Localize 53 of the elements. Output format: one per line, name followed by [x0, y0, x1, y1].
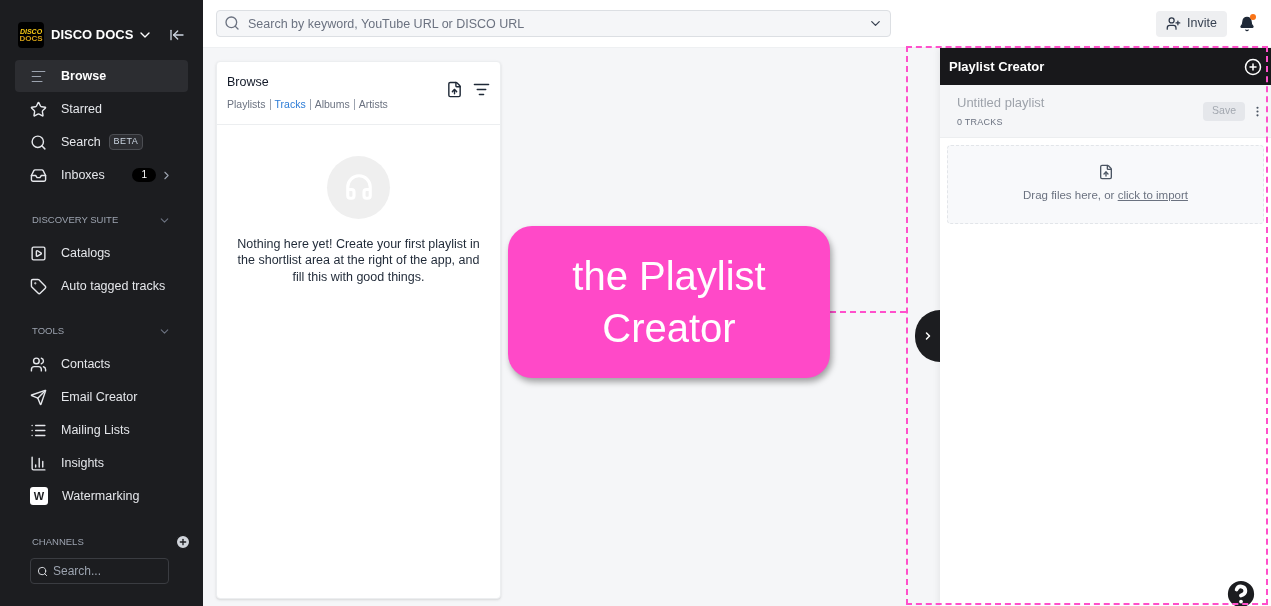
nav-item[interactable]: Auto tagged tracks	[15, 270, 188, 302]
browse-tab[interactable]: Playlists	[227, 96, 266, 113]
nav-icon	[30, 133, 47, 151]
dropzone-text: Drag files here, or click to import	[1023, 188, 1188, 204]
workspace-menu[interactable]: DISCO DOCS	[51, 25, 154, 45]
count-badge: 1	[132, 168, 156, 182]
nav-item[interactable]: W Watermarking	[15, 480, 188, 512]
search-field[interactable]: Search by keyword, YouTube URL or DISCO URL	[216, 10, 891, 37]
search-icon	[224, 15, 240, 31]
section-heading: CHANNELS	[32, 534, 84, 549]
import-link[interactable]: click to import	[1117, 189, 1188, 202]
section-heading: DISCOVERY SUITE	[32, 212, 119, 227]
add-user-icon	[1166, 16, 1182, 31]
nav-icon	[30, 388, 47, 406]
nav-icon	[30, 454, 47, 472]
nav-icon	[30, 100, 47, 118]
browse-tab[interactable]: Artists	[358, 96, 388, 113]
collapse-sidebar-icon[interactable]	[169, 27, 185, 43]
nav-item[interactable]: Insights	[15, 447, 188, 479]
nav-item[interactable]: Catalogs	[15, 237, 188, 269]
nav-item[interactable]: Starred	[15, 93, 188, 125]
card-title: Browse	[227, 74, 270, 91]
panel-title: Playlist Creator	[949, 57, 1045, 76]
add-icon[interactable]	[1244, 57, 1262, 76]
upload-file-icon[interactable]	[446, 81, 463, 98]
nav-item[interactable]: Browse	[15, 60, 188, 92]
nav-item[interactable]: Mailing Lists	[15, 414, 188, 446]
annotation-callout: the Playlist Creator	[508, 226, 830, 378]
notification-bell-icon[interactable]	[1239, 15, 1255, 32]
nav-icon	[30, 244, 47, 262]
empty-message: Nothing here yet! Create your first playlist in the shortlist area at the right of the app, and fill this with good things.	[236, 235, 481, 285]
invite-button[interactable]: Invite	[1156, 10, 1227, 37]
watermark-icon: W	[30, 487, 48, 505]
nav-icon	[30, 166, 47, 184]
upload-file-icon	[1097, 164, 1114, 181]
browse-tab[interactable]: Albums	[314, 96, 350, 113]
beta-badge: BETA	[108, 134, 144, 150]
search-icon	[37, 566, 48, 577]
playlist-name-field[interactable]: Untitled playlist	[957, 93, 1117, 113]
section-heading: TOOLS	[32, 323, 65, 338]
nav-item[interactable]: Search BETA	[15, 126, 188, 158]
dropzone[interactable]: Drag files here, or click to import	[947, 145, 1264, 224]
channel-search-field[interactable]: Search...	[30, 558, 169, 584]
nav-icon	[30, 277, 47, 295]
nav-item[interactable]: Inboxes 1	[15, 159, 188, 191]
nav-item[interactable]: Contacts	[15, 348, 188, 380]
filter-icon[interactable]	[473, 81, 490, 98]
track-count: 0 TRACKS	[957, 115, 1004, 129]
expand-panel-handle[interactable]	[915, 310, 940, 362]
nav-icon	[30, 355, 47, 373]
nav-item[interactable]: Email Creator	[15, 381, 188, 413]
browse-tab[interactable]: Tracks	[274, 96, 306, 113]
add-channel-icon[interactable]	[175, 534, 191, 550]
